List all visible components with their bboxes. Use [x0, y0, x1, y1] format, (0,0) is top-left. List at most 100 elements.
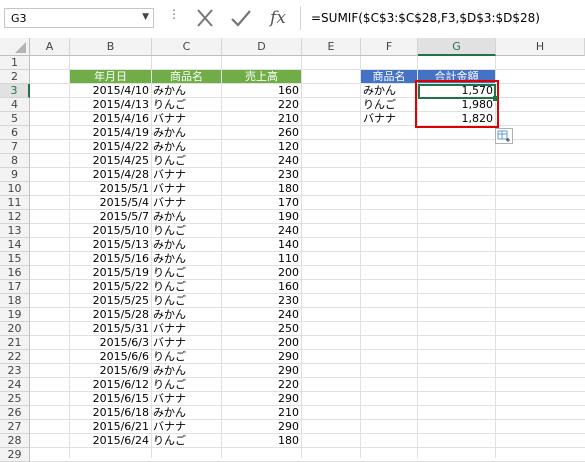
summary-product-cell[interactable]: バナナ [361, 112, 418, 126]
product-cell[interactable]: バナナ [152, 168, 222, 182]
sales-cell[interactable]: 120 [222, 140, 302, 154]
row-header-6[interactable]: 6 [0, 126, 30, 140]
product-cell[interactable]: りんご [152, 224, 222, 238]
product-cell[interactable]: バナナ [152, 336, 222, 350]
date-cell[interactable]: 2015/4/10 [70, 84, 152, 98]
sales-cell[interactable]: 160 [222, 84, 302, 98]
product-cell[interactable]: みかん [152, 126, 222, 140]
date-cell[interactable]: 2015/5/4 [70, 196, 152, 210]
date-cell[interactable]: 2015/5/16 [70, 252, 152, 266]
date-cell[interactable]: 2015/4/28 [70, 168, 152, 182]
date-cell[interactable]: 2015/4/16 [70, 112, 152, 126]
quick-analysis-icon[interactable] [495, 128, 513, 144]
column-header-h[interactable]: H [496, 38, 585, 56]
row-header-18[interactable]: 18 [0, 294, 30, 308]
sales-cell[interactable]: 210 [222, 112, 302, 126]
row-header-24[interactable]: 24 [0, 378, 30, 392]
product-cell[interactable]: りんご [152, 154, 222, 168]
row-header-19[interactable]: 19 [0, 308, 30, 322]
sales-cell[interactable]: 190 [222, 210, 302, 224]
name-box[interactable]: G3 ▼ [4, 8, 154, 28]
date-cell[interactable]: 2015/5/13 [70, 238, 152, 252]
date-cell[interactable]: 2015/6/18 [70, 406, 152, 420]
date-cell[interactable]: 2015/4/22 [70, 140, 152, 154]
row-header-1[interactable]: 1 [0, 56, 30, 70]
product-cell[interactable]: バナナ [152, 196, 222, 210]
date-cell[interactable]: 2015/4/19 [70, 126, 152, 140]
more-options-icon[interactable]: ⋮ [168, 8, 180, 20]
sales-cell[interactable]: 240 [222, 308, 302, 322]
row-header-10[interactable]: 10 [0, 182, 30, 196]
column-header-g[interactable]: G [418, 38, 496, 56]
table-header-cell[interactable]: 売上高 [222, 70, 301, 83]
formula-input[interactable]: =SUMIF($C$3:$C$28,F3,$D$3:$D$28) [300, 6, 585, 30]
row-header-12[interactable]: 12 [0, 210, 30, 224]
product-cell[interactable]: りんご [152, 98, 222, 112]
date-cell[interactable]: 2015/6/21 [70, 420, 152, 434]
insert-function-icon[interactable]: fx [264, 5, 292, 31]
product-cell[interactable]: りんご [152, 266, 222, 280]
product-cell[interactable]: みかん [152, 406, 222, 420]
row-header-28[interactable]: 28 [0, 434, 30, 448]
row-header-5[interactable]: 5 [0, 112, 30, 126]
sales-cell[interactable]: 290 [222, 392, 302, 406]
date-cell[interactable]: 2015/5/31 [70, 322, 152, 336]
column-header-f[interactable]: F [361, 38, 418, 56]
sales-cell[interactable]: 240 [222, 154, 302, 168]
product-cell[interactable]: みかん [152, 140, 222, 154]
row-header-25[interactable]: 25 [0, 392, 30, 406]
table-header-cell[interactable]: 年月日 [70, 70, 151, 83]
sales-cell[interactable]: 160 [222, 280, 302, 294]
sales-cell[interactable]: 200 [222, 266, 302, 280]
sales-cell[interactable]: 180 [222, 434, 302, 448]
sales-cell[interactable]: 180 [222, 182, 302, 196]
row-header-9[interactable]: 9 [0, 168, 30, 182]
product-cell[interactable]: みかん [152, 84, 222, 98]
product-cell[interactable]: バナナ [152, 112, 222, 126]
product-cell[interactable]: りんご [152, 294, 222, 308]
row-header-29[interactable]: 29 [0, 448, 30, 462]
sales-cell[interactable]: 290 [222, 364, 302, 378]
summary-header-cell[interactable]: 商品名 [361, 70, 417, 83]
date-cell[interactable]: 2015/4/25 [70, 154, 152, 168]
sales-cell[interactable]: 220 [222, 98, 302, 112]
sales-cell[interactable]: 290 [222, 420, 302, 434]
row-header-21[interactable]: 21 [0, 336, 30, 350]
row-header-15[interactable]: 15 [0, 252, 30, 266]
date-cell[interactable]: 2015/5/7 [70, 210, 152, 224]
sales-cell[interactable]: 220 [222, 378, 302, 392]
row-header-11[interactable]: 11 [0, 196, 30, 210]
enter-checkmark-icon[interactable] [228, 6, 254, 30]
column-header-b[interactable]: B [70, 38, 152, 56]
date-cell[interactable]: 2015/6/12 [70, 378, 152, 392]
product-cell[interactable]: バナナ [152, 182, 222, 196]
date-cell[interactable]: 2015/5/25 [70, 294, 152, 308]
date-cell[interactable]: 2015/5/19 [70, 266, 152, 280]
fill-handle[interactable] [493, 96, 498, 101]
product-cell[interactable]: りんご [152, 378, 222, 392]
date-cell[interactable]: 2015/6/3 [70, 336, 152, 350]
summary-product-cell[interactable]: りんご [361, 98, 418, 112]
date-cell[interactable]: 2015/6/6 [70, 350, 152, 364]
sales-cell[interactable]: 210 [222, 406, 302, 420]
row-header-20[interactable]: 20 [0, 322, 30, 336]
product-cell[interactable]: みかん [152, 210, 222, 224]
date-cell[interactable]: 2015/4/13 [70, 98, 152, 112]
row-header-27[interactable]: 27 [0, 420, 30, 434]
row-header-23[interactable]: 23 [0, 364, 30, 378]
date-cell[interactable]: 2015/5/10 [70, 224, 152, 238]
product-cell[interactable]: みかん [152, 238, 222, 252]
column-header-a[interactable]: A [30, 38, 70, 56]
column-header-c[interactable]: C [152, 38, 222, 56]
sales-cell[interactable]: 230 [222, 168, 302, 182]
product-cell[interactable]: りんご [152, 434, 222, 448]
row-header-4[interactable]: 4 [0, 98, 30, 112]
row-header-8[interactable]: 8 [0, 154, 30, 168]
date-cell[interactable]: 2015/5/1 [70, 182, 152, 196]
date-cell[interactable]: 2015/5/28 [70, 308, 152, 322]
row-header-14[interactable]: 14 [0, 238, 30, 252]
product-cell[interactable]: みかん [152, 364, 222, 378]
sales-cell[interactable]: 110 [222, 252, 302, 266]
product-cell[interactable]: みかん [152, 308, 222, 322]
date-cell[interactable]: 2015/6/15 [70, 392, 152, 406]
